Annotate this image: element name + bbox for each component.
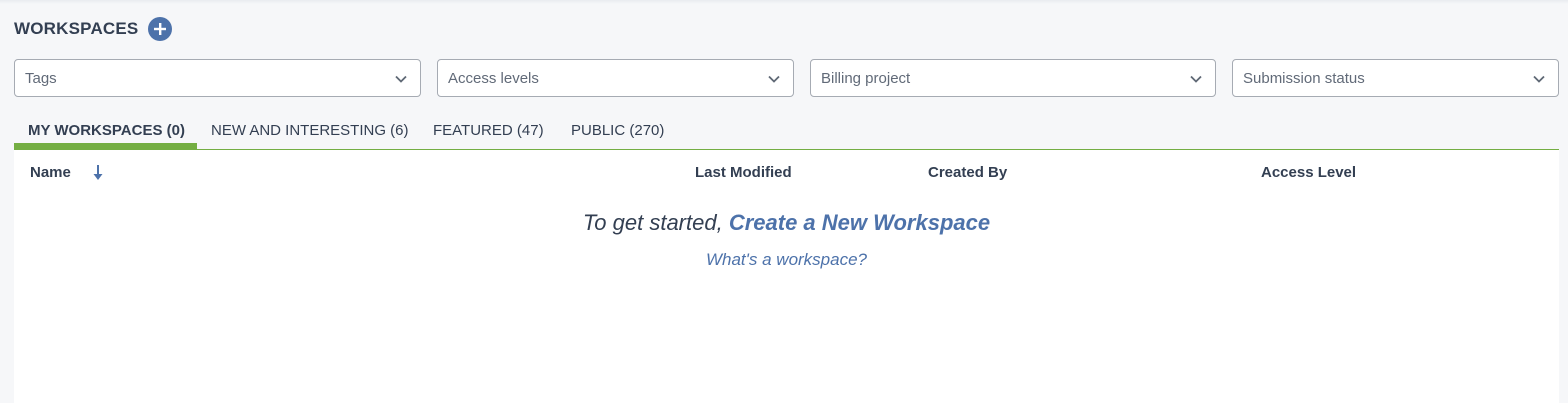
tab-public[interactable]: PUBLIC (270) — [571, 112, 664, 148]
tab-my-workspaces[interactable]: MY WORKSPACES (0) — [14, 112, 197, 149]
chevron-down-icon — [1533, 75, 1545, 83]
access-levels-filter[interactable]: Access levels — [437, 59, 794, 97]
billing-project-filter[interactable]: Billing project — [810, 59, 1216, 97]
top-shadow — [0, 0, 1568, 4]
create-workspace-link[interactable]: Create a New Workspace — [729, 210, 990, 235]
column-header-created-by[interactable]: Created By — [928, 164, 1007, 181]
chevron-down-icon — [1190, 75, 1202, 83]
billing-project-filter-placeholder: Billing project — [821, 69, 911, 87]
chevron-down-icon — [395, 75, 407, 83]
access-levels-filter-placeholder: Access levels — [448, 69, 539, 87]
tab-label: NEW AND INTERESTING (6) — [211, 121, 409, 139]
workspace-tabs: MY WORKSPACES (0) NEW AND INTERESTING (6… — [14, 112, 1559, 150]
tab-label: MY WORKSPACES (0) — [28, 121, 185, 139]
tab-label: PUBLIC (270) — [571, 121, 665, 139]
empty-state-message: To get started, Create a New Workspace — [14, 210, 1559, 236]
whats-a-workspace-link[interactable]: What's a workspace? — [706, 250, 867, 269]
workspaces-page: WORKSPACES Tags Access levels Billing pr… — [0, 0, 1568, 403]
submission-status-filter[interactable]: Submission status — [1232, 59, 1559, 97]
filter-bar: Tags Access levels Billing project Submi… — [14, 59, 1559, 97]
tags-filter-placeholder: Tags — [25, 69, 57, 87]
tags-filter[interactable]: Tags — [14, 59, 421, 97]
workspace-table: Name Last Modified Created By Access Lev… — [14, 150, 1559, 403]
empty-state-prefix: To get started, — [582, 210, 729, 235]
page-title: WORKSPACES — [14, 19, 139, 38]
chevron-down-icon — [768, 75, 780, 83]
tab-featured[interactable]: FEATURED (47) — [433, 112, 544, 148]
submission-status-filter-placeholder: Submission status — [1243, 69, 1365, 87]
whats-a-workspace-row: What's a workspace? — [14, 250, 1559, 270]
arrow-down-icon[interactable] — [92, 164, 104, 182]
column-header-last-modified[interactable]: Last Modified — [695, 164, 792, 181]
tab-label: FEATURED (47) — [433, 121, 544, 139]
column-header-access-level[interactable]: Access Level — [1261, 164, 1356, 181]
column-header-name[interactable]: Name — [30, 164, 71, 181]
add-workspace-button[interactable] — [148, 17, 173, 41]
plus-circle-icon — [154, 23, 167, 35]
page-header: WORKSPACES — [14, 16, 173, 42]
tab-new-and-interesting[interactable]: NEW AND INTERESTING (6) — [211, 112, 409, 148]
